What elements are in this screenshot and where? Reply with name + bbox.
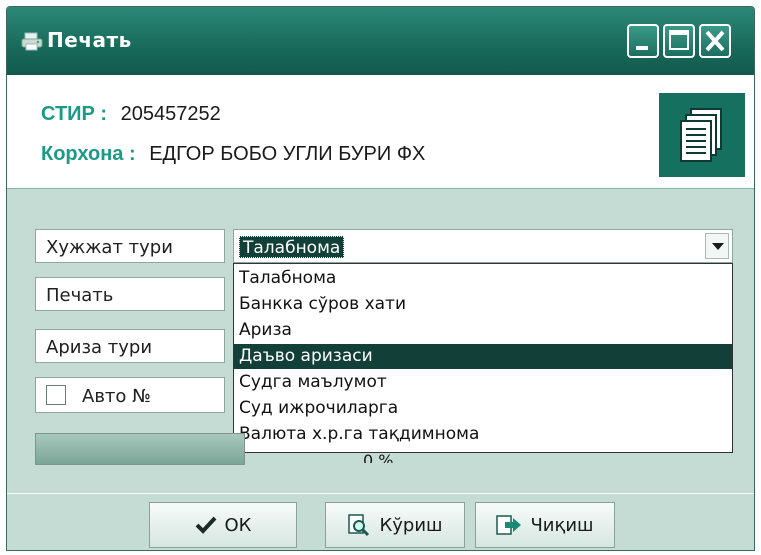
- doc-type-dropdown-list: Талабнома Банкка сўров хати Ариза Даъво …: [233, 263, 733, 453]
- company-label: Корхона :: [41, 143, 136, 165]
- minimize-icon: [636, 46, 648, 50]
- stir-label: СТИР :: [41, 103, 108, 125]
- stir-row: СТИР : 205457252: [41, 103, 221, 126]
- minimize-button[interactable]: [627, 24, 659, 58]
- dropdown-option[interactable]: Банкка сўров хати: [234, 292, 732, 317]
- maximize-button[interactable]: [663, 24, 695, 58]
- view-button[interactable]: Кўриш: [325, 502, 465, 548]
- printer-app-icon: [21, 31, 43, 51]
- title-bar[interactable]: Печать: [7, 7, 754, 75]
- close-button[interactable]: [699, 24, 731, 58]
- company-value: ЕДГОР БОБО УГЛИ БУРИ ФХ: [149, 143, 426, 165]
- preview-magnifier-icon: [348, 514, 370, 537]
- print-dialog: Печать СТИР : 205457252 Корхона : ЕДГОР …: [6, 6, 755, 551]
- exit-arrow-icon: [496, 515, 522, 535]
- stir-value: 205457252: [120, 103, 221, 125]
- dropdown-option[interactable]: Ариза: [234, 318, 732, 343]
- maximize-icon: [669, 30, 689, 50]
- window-title: Печать: [47, 28, 132, 52]
- checkmark-icon: [195, 516, 216, 534]
- auto-number-checkbox-row[interactable]: Авто №: [35, 377, 225, 413]
- documents-icon: [659, 93, 745, 177]
- dropdown-option[interactable]: Талабнома: [234, 266, 732, 291]
- doc-type-selected-value: Талабнома: [239, 236, 345, 258]
- ok-button[interactable]: ОК: [149, 502, 297, 548]
- print-label: Печать: [35, 277, 225, 311]
- view-button-label: Кўриш: [379, 514, 443, 536]
- exit-button-label: Чиқиш: [530, 514, 594, 536]
- exit-button[interactable]: Чиқиш: [475, 502, 615, 548]
- doc-type-select[interactable]: Талабнома: [233, 229, 733, 263]
- header-panel: СТИР : 205457252 Корхона : ЕДГОР БОБО УГ…: [7, 75, 754, 189]
- auto-number-checkbox[interactable]: [46, 385, 66, 405]
- dropdown-option[interactable]: Валюта х.р.га тақдимнома: [234, 422, 732, 447]
- auto-number-label: Авто №: [82, 386, 151, 407]
- dropdown-option[interactable]: Суд ижрочиларга: [234, 396, 732, 421]
- ok-button-label: ОК: [224, 514, 252, 536]
- request-type-label: Ариза тури: [35, 329, 225, 363]
- close-icon: [705, 30, 725, 52]
- chevron-down-icon: [712, 243, 724, 250]
- button-bar: ОК Кўриш Чиқиш: [7, 493, 754, 550]
- progress-bar: [35, 433, 245, 465]
- progress-text: 0 %: [363, 451, 394, 463]
- dropdown-option[interactable]: Судга маълумот: [234, 370, 732, 395]
- dropdown-toggle-button[interactable]: [705, 233, 729, 259]
- doc-type-label: Хужжат тури: [35, 229, 225, 263]
- company-row: Корхона : ЕДГОР БОБО УГЛИ БУРИ ФХ: [41, 143, 425, 166]
- dropdown-option-highlighted[interactable]: Даъво аризаси: [234, 344, 732, 369]
